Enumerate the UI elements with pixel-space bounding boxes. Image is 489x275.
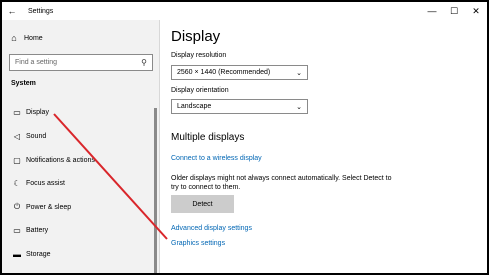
sidebar-item-sound[interactable]: ◁ Sound [2, 128, 152, 144]
sidebar-item-display[interactable]: ▭ Display [2, 104, 152, 120]
moon-icon: ☾ [13, 178, 21, 188]
sidebar-item-label: Display [26, 108, 49, 116]
orientation-dropdown[interactable]: Landscape ⌄ [171, 99, 308, 114]
sidebar-item-storage[interactable]: ▬ Storage [2, 246, 152, 262]
sidebar-item-label: Battery [26, 226, 49, 234]
sidebar-item-power-sleep[interactable]: ⏻ Power & sleep [2, 199, 152, 215]
sidebar-scrollbar[interactable] [154, 108, 157, 273]
search-input[interactable]: Find a setting ⚲ [9, 54, 153, 71]
chevron-down-icon: ⌄ [296, 103, 302, 111]
sidebar-item-label: Notifications & actions [26, 156, 95, 164]
storage-icon: ▬ [13, 249, 21, 259]
graphics-settings-link[interactable]: Graphics settings [171, 240, 225, 247]
close-button[interactable]: ✕ [465, 2, 487, 20]
minimize-button[interactable]: — [421, 2, 443, 20]
chevron-down-icon: ⌄ [296, 69, 302, 77]
settings-window: ← Settings — ☐ ✕ ⌂ Home Find a setting ⚲… [0, 0, 489, 275]
sidebar-item-label: Storage [26, 250, 51, 258]
main-panel: Display Display resolution 2560 × 1440 (… [160, 20, 487, 273]
battery-icon: ▭ [13, 225, 21, 235]
page-title: Display [171, 28, 221, 45]
maximize-button[interactable]: ☐ [443, 2, 465, 20]
resolution-dropdown[interactable]: 2560 × 1440 (Recommended) ⌄ [171, 65, 308, 80]
orientation-value: Landscape [177, 103, 212, 110]
sidebar-item-battery[interactable]: ▭ Battery [2, 222, 152, 238]
speaker-icon: ◁ [13, 131, 21, 141]
sidebar: ⌂ Home Find a setting ⚲ System ▭ Display… [2, 20, 160, 273]
monitor-icon: ▭ [13, 107, 21, 117]
sidebar-item-label: Home [24, 34, 43, 42]
search-icon: ⚲ [141, 58, 147, 67]
section-label: System [11, 80, 36, 87]
title-bar: ← Settings — ☐ ✕ [2, 2, 487, 20]
detect-button[interactable]: Detect [171, 195, 234, 213]
detect-description: Older displays might not always connect … [171, 175, 392, 191]
window-controls: — ☐ ✕ [421, 2, 487, 20]
multiple-displays-heading: Multiple displays [171, 132, 245, 143]
sidebar-item-focus-assist[interactable]: ☾ Focus assist [2, 175, 152, 191]
connect-wireless-display-link[interactable]: Connect to a wireless display [171, 155, 262, 162]
sidebar-item-notifications[interactable]: ▢ Notifications & actions [2, 152, 152, 168]
resolution-value: 2560 × 1440 (Recommended) [177, 69, 271, 76]
power-icon: ⏻ [13, 202, 21, 211]
search-placeholder: Find a setting [15, 59, 58, 66]
orientation-label: Display orientation [171, 87, 229, 94]
sidebar-item-label: Focus assist [26, 179, 65, 187]
window-title: Settings [28, 7, 54, 15]
sidebar-item-label: Power & sleep [26, 203, 72, 211]
resolution-label: Display resolution [171, 52, 227, 59]
back-arrow-icon[interactable]: ← [2, 6, 22, 16]
home-icon: ⌂ [11, 33, 17, 43]
sidebar-item-home[interactable]: ⌂ Home [2, 30, 159, 46]
notification-icon: ▢ [13, 155, 21, 165]
sidebar-item-label: Sound [26, 132, 47, 140]
advanced-display-settings-link[interactable]: Advanced display settings [171, 225, 252, 232]
